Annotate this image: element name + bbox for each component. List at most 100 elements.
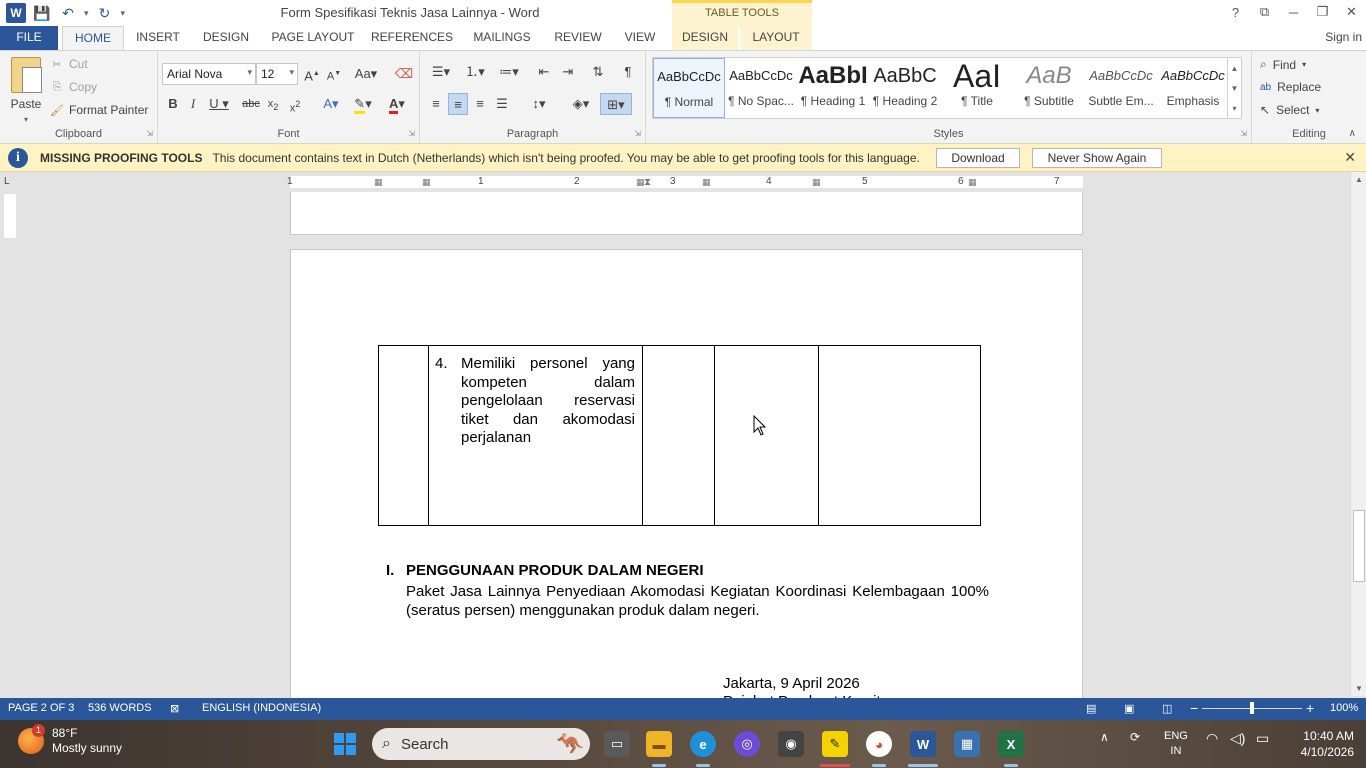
grow-font-icon[interactable]: A▲ xyxy=(302,63,322,85)
tab-review[interactable]: REVIEW xyxy=(548,26,608,50)
zoom-level[interactable]: 100% xyxy=(1330,702,1358,714)
tab-insert[interactable]: INSERT xyxy=(130,26,186,50)
scroll-down-icon[interactable]: ▼ xyxy=(1351,684,1366,693)
more-styles-icon[interactable]: ▾ xyxy=(1232,104,1236,113)
calculator-icon[interactable]: ▦ xyxy=(954,731,980,757)
align-center-icon[interactable]: ≡ xyxy=(448,93,468,115)
superscript-icon[interactable]: x2 xyxy=(286,93,304,115)
restore-button[interactable]: ❐ xyxy=(1308,0,1337,24)
system-clock[interactable]: 10:40 AM 4/10/2026 xyxy=(1301,728,1354,760)
zoom-in-button[interactable]: + xyxy=(1306,700,1314,716)
page-2[interactable]: 4. Memiliki personel yang kompeten dalam… xyxy=(290,249,1083,700)
find-button[interactable]: ⌕ Find ▾ xyxy=(1260,57,1306,72)
ribbon-display-options-icon[interactable]: ⧉ xyxy=(1250,0,1279,24)
styles-launcher-icon[interactable]: ⇲ xyxy=(1240,129,1247,138)
save-icon[interactable]: 💾 xyxy=(32,5,52,22)
italic-icon[interactable]: I xyxy=(184,93,202,115)
web-layout-icon[interactable]: ◫ xyxy=(1162,702,1172,715)
volume-icon[interactable]: ◁) xyxy=(1230,730,1245,747)
font-launcher-icon[interactable]: ⇲ xyxy=(408,129,415,138)
subscript-icon[interactable]: x2 xyxy=(264,93,282,115)
tab-home[interactable]: HOME xyxy=(62,26,124,50)
align-left-icon[interactable]: ≡ xyxy=(426,93,446,115)
word-taskbar-icon[interactable]: W xyxy=(910,731,936,757)
show-hidden-icons[interactable]: ∧ xyxy=(1100,730,1109,744)
style-normal[interactable]: AaBbCcDc ¶ Normal xyxy=(653,58,725,118)
column-marker-icon[interactable]: ▦ xyxy=(702,177,711,188)
page-indicator[interactable]: PAGE 2 OF 3 xyxy=(8,702,74,714)
ruler-strip[interactable]: 1 ▦ ▦ 1 2 ▦ ⧗ 3 ▦ 4 ▦ 5 6 ▦ 7 xyxy=(287,176,1083,188)
style-heading-1[interactable]: AaBbI ¶ Heading 1 xyxy=(797,58,869,118)
language-indicator[interactable]: ENGLISH (INDONESIA) xyxy=(202,702,321,714)
tab-file[interactable]: FILE xyxy=(0,26,58,50)
style-subtle-emphasis[interactable]: AaBbCcDc Subtle Em... xyxy=(1085,58,1157,118)
weather-widget[interactable]: 1 88°F Mostly sunny xyxy=(18,724,122,756)
word-count[interactable]: 536 WORDS xyxy=(88,702,152,714)
paragraph-launcher-icon[interactable]: ⇲ xyxy=(634,129,641,138)
sort-icon[interactable]: ⇅ xyxy=(588,61,608,83)
style-subtitle[interactable]: AaB ¶ Subtitle xyxy=(1013,58,1085,118)
cut-button[interactable]: ✂ Cut xyxy=(50,57,87,71)
tab-design[interactable]: DESIGN xyxy=(196,26,256,50)
sticky-notes-icon[interactable]: ✎ xyxy=(822,731,848,757)
tab-mailings[interactable]: MAILINGS xyxy=(466,26,538,50)
chevron-down-icon[interactable]: ▼ xyxy=(1231,84,1239,93)
shading-icon[interactable]: ◈▾ xyxy=(566,93,596,115)
text-effects-icon[interactable]: A▾ xyxy=(318,93,344,115)
font-color-icon[interactable]: A▾ xyxy=(384,93,410,115)
shrink-font-icon[interactable]: A▼ xyxy=(324,63,344,85)
camera-icon[interactable]: ◉ xyxy=(778,731,804,757)
copy-button[interactable]: ⎘ Copy xyxy=(50,80,97,94)
tab-selector[interactable]: L xyxy=(4,176,16,188)
highlight-color-icon[interactable]: ✎▾ xyxy=(350,93,376,115)
zoom-slider-thumb[interactable] xyxy=(1250,702,1254,714)
close-button[interactable]: ✕ xyxy=(1337,0,1366,24)
windows-start-icon[interactable] xyxy=(334,733,356,755)
borders-icon[interactable]: ⊞▾ xyxy=(600,93,632,115)
minimize-button[interactable]: ─ xyxy=(1279,0,1308,24)
sign-in-link[interactable]: Sign in xyxy=(1325,30,1362,44)
style-title[interactable]: AaI ¶ Title xyxy=(941,58,1013,118)
clipboard-launcher-icon[interactable]: ⇲ xyxy=(146,129,153,138)
scroll-thumb[interactable] xyxy=(1353,510,1365,582)
style-heading-2[interactable]: AaBbC ¶ Heading 2 xyxy=(869,58,941,118)
tab-table-design[interactable]: DESIGN xyxy=(672,26,738,50)
tab-view[interactable]: VIEW xyxy=(616,26,664,50)
never-show-again-button[interactable]: Never Show Again xyxy=(1032,148,1162,168)
column-marker-icon[interactable]: ▦ xyxy=(422,177,431,188)
undo-icon[interactable]: ↶ xyxy=(58,5,78,22)
scroll-up-icon[interactable]: ▲ xyxy=(1351,175,1366,184)
download-button[interactable]: Download xyxy=(936,148,1020,168)
chrome-icon[interactable]: ◕ xyxy=(866,731,892,757)
redo-icon[interactable]: ↻ xyxy=(95,5,115,22)
edge-icon[interactable]: e xyxy=(690,731,716,757)
close-message-icon[interactable]: ✕ xyxy=(1344,149,1356,166)
requirements-table[interactable]: 4. Memiliki personel yang kompeten dalam… xyxy=(378,345,981,526)
paste-button[interactable]: Paste ▾ xyxy=(6,57,46,125)
task-view-icon[interactable]: ▭ xyxy=(604,731,630,757)
justify-icon[interactable]: ☰ xyxy=(492,93,512,115)
column-marker-icon[interactable]: ▦ xyxy=(812,177,821,188)
select-button[interactable]: ↖ Select ▾ xyxy=(1260,103,1319,117)
customize-qat-icon[interactable]: ▾ xyxy=(121,8,126,19)
battery-icon[interactable]: ▭ xyxy=(1256,730,1269,747)
read-mode-icon[interactable]: ▤ xyxy=(1086,702,1096,715)
excel-icon[interactable]: X xyxy=(998,731,1024,757)
align-right-icon[interactable]: ≡ xyxy=(470,93,490,115)
clear-formatting-icon[interactable]: ⌫ xyxy=(394,63,414,85)
style-no-spacing[interactable]: AaBbCcDc ¶ No Spac... xyxy=(725,58,797,118)
tab-references[interactable]: REFERENCES xyxy=(370,26,454,50)
strikethrough-icon[interactable]: abc xyxy=(240,93,262,115)
undo-dropdown-icon[interactable]: ▾ xyxy=(84,8,89,19)
vertical-scrollbar[interactable]: ▲ ▼ xyxy=(1350,172,1366,696)
replace-button[interactable]: ab Replace xyxy=(1260,80,1321,94)
multilevel-list-icon[interactable]: ≔▾ xyxy=(494,61,524,83)
print-layout-icon[interactable]: ▣ xyxy=(1124,702,1134,715)
bold-icon[interactable]: B xyxy=(164,93,182,115)
tab-table-layout[interactable]: LAYOUT xyxy=(740,26,812,50)
copilot-icon[interactable]: ◎ xyxy=(734,731,760,757)
wifi-icon[interactable]: ◠ xyxy=(1206,730,1218,747)
collapse-ribbon-icon[interactable]: ∧ xyxy=(1349,128,1356,139)
format-painter-button[interactable]: 🖌 Format Painter xyxy=(50,103,148,117)
underline-icon[interactable]: U ▾ xyxy=(206,93,232,115)
